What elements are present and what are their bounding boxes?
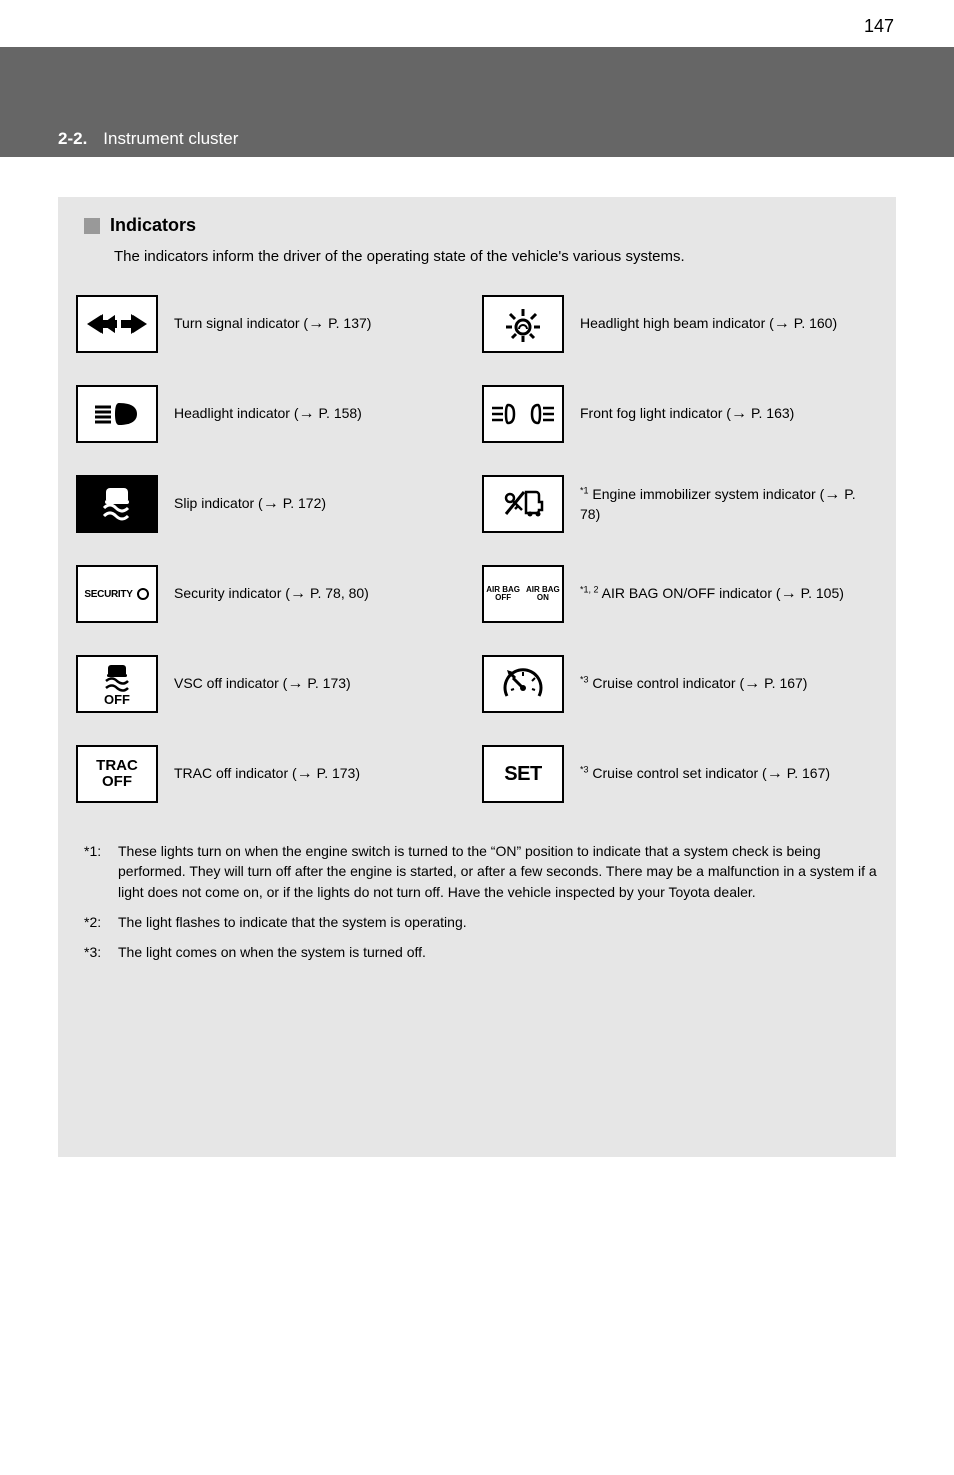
cruise-control-icon (482, 655, 564, 713)
indicator-label: VSC off indicator (→P. 173) (174, 673, 472, 695)
footnotes: *1: These lights turn on when the engine… (84, 841, 878, 962)
trac-off-icon: TRAC OFF (76, 745, 158, 803)
footnote-marker: *1: (84, 841, 108, 902)
indicator-row: AIR BAGOFF AIR BAGON *1, 2 AIR BAG ON/OF… (482, 555, 878, 633)
indicator-row: OFF VSC off indicator (→P. 173) (76, 645, 472, 723)
footnote: *3: The light comes on when the system i… (84, 942, 878, 962)
footnote-marker: *3: (84, 942, 108, 962)
header-section-number: 2-2. (58, 129, 87, 149)
indicator-row: Turn signal indicator (→P. 137) (76, 285, 472, 363)
subheading-row: Indicators (84, 215, 878, 236)
airbag-onoff-icon: AIR BAGOFF AIR BAGON (482, 565, 564, 623)
left-column: Turn signal indicator (→P. 137) Headligh… (76, 285, 472, 813)
page-number: 147 (0, 0, 954, 37)
high-beam-icon (482, 295, 564, 353)
footnote-text: These lights turn on when the engine swi… (118, 841, 878, 902)
indicator-label: *3 Cruise control set indicator (→P. 167… (580, 763, 878, 785)
indicator-row: SECURITY Security indicator (→P. 78, 80) (76, 555, 472, 633)
indicator-row: TRAC OFF TRAC off indicator (→P. 173) (76, 735, 472, 813)
bullet-square-icon (84, 218, 100, 234)
indicator-label: Security indicator (→P. 78, 80) (174, 583, 472, 605)
footnote-text: The light comes on when the system is tu… (118, 942, 426, 962)
indicator-row: Headlight high beam indicator (→P. 160) (482, 285, 878, 363)
header-section-title: Instrument cluster (103, 129, 238, 149)
indicator-row: SET *3 Cruise control set indicator (→P.… (482, 735, 878, 813)
indicator-row: Front fog light indicator (→P. 163) (482, 375, 878, 453)
content-box: Indicators The indicators inform the dri… (58, 197, 896, 1157)
indicator-row: *3 Cruise control indicator (→P. 167) (482, 645, 878, 723)
footnote: *1: These lights turn on when the engine… (84, 841, 878, 902)
indicator-label: Headlight indicator (→P. 158) (174, 403, 472, 425)
engine-immobilizer-icon (482, 475, 564, 533)
svg-text:OFF: OFF (104, 692, 130, 707)
cruise-set-icon: SET (482, 745, 564, 803)
footnote-marker: *2: (84, 912, 108, 932)
indicator-label: Turn signal indicator (→P. 137) (174, 313, 472, 335)
indicator-label: Slip indicator (→P. 172) (174, 493, 472, 515)
security-indicator-icon: SECURITY (76, 565, 158, 623)
headlight-indicator-icon (76, 385, 158, 443)
indicator-label: *1, 2 AIR BAG ON/OFF indicator (→P. 105) (580, 583, 878, 605)
indicator-label: *1 Engine immobilizer system indicator (… (580, 484, 878, 524)
slip-indicator-icon (76, 475, 158, 533)
right-column: Headlight high beam indicator (→P. 160) (482, 285, 878, 813)
front-fog-light-icon (482, 385, 564, 443)
footnote-text: The light flashes to indicate that the s… (118, 912, 467, 932)
indicator-row: Slip indicator (→P. 172) (76, 465, 472, 543)
indicator-label: Front fog light indicator (→P. 163) (580, 403, 878, 425)
indicator-row: Headlight indicator (→P. 158) (76, 375, 472, 453)
turn-signal-icon (76, 295, 158, 353)
page-header: 2-2. Instrument cluster (0, 47, 954, 157)
indicator-label: Headlight high beam indicator (→P. 160) (580, 313, 878, 335)
indicator-label: TRAC off indicator (→P. 173) (174, 763, 472, 785)
subheading-title: Indicators (110, 215, 196, 236)
indicator-label: *3 Cruise control indicator (→P. 167) (580, 673, 878, 695)
intro-text: The indicators inform the driver of the … (114, 246, 878, 267)
vsc-off-icon: OFF (76, 655, 158, 713)
footnote: *2: The light flashes to indicate that t… (84, 912, 878, 932)
indicator-row: *1 Engine immobilizer system indicator (… (482, 465, 878, 543)
